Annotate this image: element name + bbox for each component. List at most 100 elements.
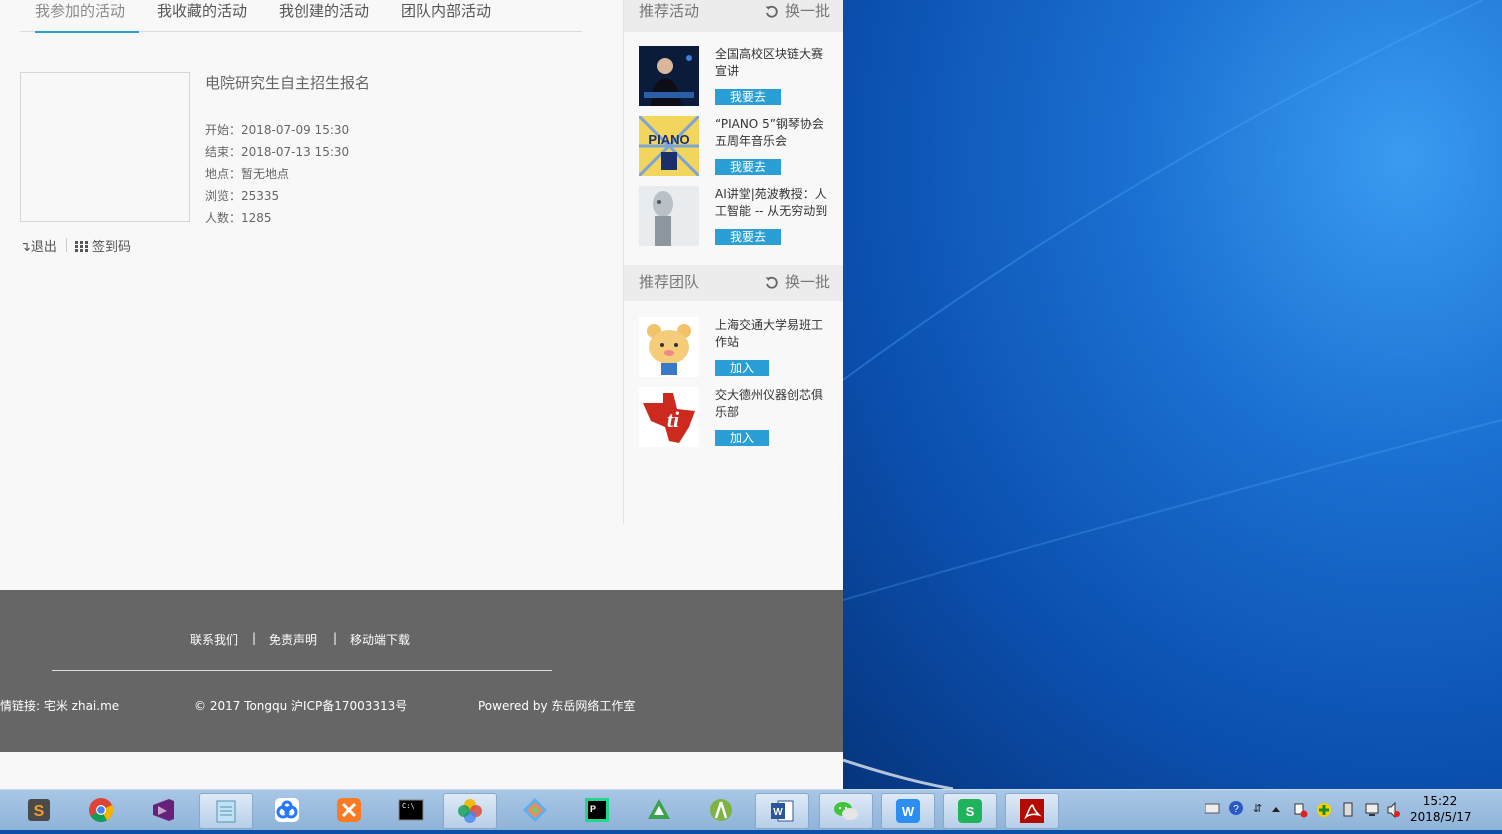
browser-page: 我参加的活动 我收藏的活动 我创建的活动 团队内部活动 电院研究生自主招生报名 …	[0, 0, 843, 789]
taskbar-visual-studio[interactable]	[137, 793, 189, 827]
join-button[interactable]: 加入	[715, 360, 769, 376]
recommended-activity-item[interactable]: AI讲堂|苑波教授：人工智能 -- 从无穷动到 我要去	[639, 186, 839, 248]
svg-text:S: S	[966, 804, 975, 819]
svg-text:ti: ti	[667, 407, 680, 432]
recommended-activity-item[interactable]: PIANO “PIANO 5”钢琴协会五周年音乐会 我要去	[639, 116, 839, 178]
refresh-icon	[765, 5, 778, 18]
recommended-teams-title: 推荐团队	[639, 273, 700, 291]
taskbar-command-prompt[interactable]: C:\	[385, 793, 437, 827]
clock-date: 2018/5/17	[1410, 810, 1472, 824]
team-logo[interactable]	[639, 317, 699, 377]
event-thumbnail[interactable]	[20, 72, 190, 222]
qrcode-label: 签到码	[92, 240, 132, 255]
tab-joined[interactable]: 我参加的活动	[35, 0, 139, 33]
security-app-icon	[1317, 803, 1331, 817]
svg-text:W: W	[902, 804, 915, 819]
event-views: 浏览：25335	[205, 189, 280, 203]
network-icon	[1365, 803, 1379, 816]
refresh-icon	[765, 276, 778, 289]
contact-link[interactable]: 联系我们	[190, 631, 238, 648]
svg-text:P: P	[590, 804, 596, 814]
footer-separator: |	[333, 631, 338, 645]
go-button[interactable]: 我要去	[715, 229, 781, 245]
grid-icon	[75, 241, 88, 252]
taskbar-xampp[interactable]	[323, 793, 375, 827]
taskbar-photos[interactable]	[443, 793, 497, 829]
event-title[interactable]: 电院研究生自主招生报名	[205, 72, 370, 93]
recommended-activity-item[interactable]: 全国高校区块链大赛宣讲 我要去	[639, 46, 839, 108]
footer-divider	[52, 670, 552, 671]
activity-title[interactable]: “PIANO 5”钢琴协会五周年音乐会	[715, 116, 829, 150]
clock-time: 15:22	[1422, 794, 1458, 808]
tab-created[interactable]: 我创建的活动	[279, 0, 369, 31]
join-button[interactable]: 加入	[715, 430, 769, 446]
svg-text:?: ?	[1233, 804, 1239, 815]
go-button[interactable]: 我要去	[715, 89, 781, 105]
team-logo[interactable]: ti	[639, 387, 699, 447]
friend-link[interactable]: 友情链接: 宅米 zhai.me	[0, 697, 119, 714]
taskbar-acrobat[interactable]	[1005, 793, 1059, 829]
sidebar: 推荐活动 换一批 全国高校区块链大赛宣讲 我要去 PIANO “PIANO 5”…	[623, 0, 843, 524]
footer: 联系我们 | 免责声明 | 移动端下载 友情链接: 宅米 zhai.me © 2…	[0, 590, 843, 752]
event-start: 开始：2018-07-09 15:30	[205, 123, 350, 137]
exit-arrow-icon: ↴	[20, 240, 31, 255]
footer-separator: |	[252, 631, 257, 645]
disclaimer-link[interactable]: 免责声明	[269, 631, 317, 648]
usb-device-icon	[1343, 802, 1353, 817]
event-location: 地点：暂无地点	[205, 167, 290, 181]
volume-muted-icon	[1387, 801, 1400, 819]
activity-image[interactable]	[639, 186, 699, 246]
taskbar-chrome[interactable]	[75, 793, 127, 827]
exit-button[interactable]: ↴退出	[20, 236, 57, 255]
taskbar-sublime-text[interactable]: S	[13, 793, 65, 827]
system-tray: ? ⇵	[1204, 790, 1400, 830]
taskbar-notepad[interactable]	[199, 793, 253, 829]
taskbar-pycharm[interactable]: P	[571, 793, 623, 827]
refresh-activities-button[interactable]: 换一批	[765, 0, 830, 22]
mobile-download-link[interactable]: 移动端下载	[350, 631, 410, 648]
team-title[interactable]: 交大德州仪器创芯俱乐部	[715, 387, 829, 421]
qrcode-button[interactable]: 签到码	[75, 236, 131, 255]
event-end: 结束：2018-07-13 15:30	[205, 145, 350, 159]
activity-image[interactable]	[639, 46, 699, 106]
activity-title[interactable]: 全国高校区块链大赛宣讲	[715, 46, 829, 80]
taskbar-wps[interactable]: W	[881, 793, 935, 829]
team-title[interactable]: 上海交通大学易班工作站	[715, 317, 829, 351]
action-divider	[66, 238, 67, 252]
recommended-team-item[interactable]: 上海交通大学易班工作站 加入	[639, 317, 839, 379]
activity-image[interactable]: PIANO	[639, 116, 699, 176]
taskbar-word[interactable]: W	[755, 793, 809, 829]
taskbar-wechat[interactable]	[819, 793, 873, 829]
svg-text:W: W	[773, 807, 783, 818]
taskbar-sourcetree[interactable]	[509, 793, 561, 827]
recommended-team-item[interactable]: ti 交大德州仪器创芯俱乐部 加入	[639, 387, 839, 449]
refresh-teams-button[interactable]: 换一批	[765, 265, 830, 299]
event-people: 人数：1285	[205, 211, 272, 225]
show-hidden-icons-chevron	[1272, 807, 1280, 812]
ime-icon: ⇵	[1253, 803, 1262, 815]
svg-text:⇵: ⇵	[1253, 803, 1262, 815]
action-center-flag-icon	[1294, 803, 1308, 818]
recommended-activities-header: 推荐活动 换一批	[624, 0, 843, 32]
exit-label: 退出	[30, 240, 57, 255]
recommended-teams-header: 推荐团队 换一批	[624, 265, 843, 301]
activity-tabs: 我参加的活动 我收藏的活动 我创建的活动 团队内部活动	[20, 0, 582, 33]
taskbar: S C:\ P W W S ? ⇵	[0, 789, 1502, 830]
go-button[interactable]: 我要去	[715, 159, 781, 175]
keyboard-icon	[1204, 803, 1220, 814]
taskbar-android-studio[interactable]	[695, 793, 747, 827]
recommended-activities-title: 推荐活动	[639, 2, 700, 20]
system-clock[interactable]: 15:22 2018/5/17	[1410, 793, 1472, 825]
help-icon: ?	[1229, 801, 1243, 815]
taskbar-wps-spreadsheet[interactable]: S	[943, 793, 997, 829]
refresh-label: 换一批	[784, 273, 830, 291]
taskbar-baidu-netdisk[interactable]	[261, 793, 313, 827]
tab-favorited[interactable]: 我收藏的活动	[157, 0, 247, 31]
taskbar-onenote[interactable]	[633, 793, 685, 827]
svg-text:S: S	[34, 803, 45, 820]
activity-title[interactable]: AI讲堂|苑波教授：人工智能 -- 从无穷动到	[715, 186, 829, 220]
tab-team-internal[interactable]: 团队内部活动	[401, 0, 491, 31]
copyright-text: © 2017 Tongqu 沪ICP备17003313号	[194, 699, 408, 713]
powered-by-text: Powered by 东岳网络工作室	[478, 699, 636, 713]
refresh-label: 换一批	[784, 2, 830, 20]
